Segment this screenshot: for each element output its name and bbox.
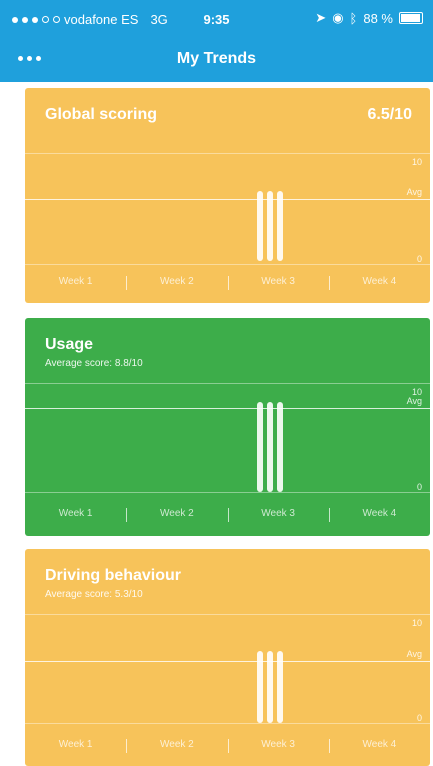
week-label: Week 3 bbox=[227, 276, 329, 292]
battery-percent: 88 % bbox=[363, 10, 393, 26]
location-arrow-icon: ➤ bbox=[315, 10, 327, 25]
bar bbox=[277, 651, 283, 723]
week-label: Week 1 bbox=[58, 276, 93, 287]
axis-label-top: 10 bbox=[411, 157, 422, 167]
card-title: Usage bbox=[45, 336, 94, 353]
gridline-bottom bbox=[25, 264, 430, 265]
bar bbox=[257, 191, 263, 261]
bar bbox=[277, 191, 283, 261]
battery-icon bbox=[399, 12, 423, 24]
week-label: Week 3 bbox=[227, 508, 329, 524]
bar bbox=[267, 651, 273, 723]
bar bbox=[257, 651, 263, 723]
avg-line bbox=[25, 408, 430, 409]
gridline-top bbox=[25, 614, 430, 615]
bar bbox=[257, 402, 263, 492]
page-title: My Trends bbox=[176, 50, 257, 67]
gridline-top bbox=[25, 383, 430, 384]
bar bbox=[277, 402, 283, 492]
avg-label: Avg bbox=[406, 396, 422, 406]
axis-label-bottom: 0 bbox=[416, 254, 422, 264]
alarm-icon: ◉ bbox=[332, 10, 344, 25]
card-subtitle: Average score: 5.3/10 bbox=[45, 589, 143, 600]
week-label: Week 1 bbox=[58, 739, 93, 750]
week-bars bbox=[257, 651, 283, 723]
axis-label-bottom: 0 bbox=[416, 482, 422, 492]
week-label: Week 4 bbox=[328, 276, 430, 292]
status-bar: vodafone ES 3G 9:35 ➤ ◉ ᛒ 88 % bbox=[0, 0, 433, 38]
usage-card[interactable]: Usage Average score: 8.8/10 10 Avg 0 Wee… bbox=[25, 318, 430, 536]
week-bars bbox=[257, 191, 283, 261]
avg-label: Avg bbox=[406, 187, 422, 197]
bar bbox=[267, 191, 273, 261]
gridline-bottom bbox=[25, 723, 430, 724]
gridline-top bbox=[25, 153, 430, 154]
week-axis: Week 1 Week 2 Week 3 Week 4 bbox=[25, 276, 430, 292]
global-scoring-card[interactable]: Global scoring 6.5/10 10 Avg 0 Week 1 We… bbox=[25, 88, 430, 303]
week-label: Week 4 bbox=[328, 739, 430, 755]
driving-behaviour-card[interactable]: Driving behaviour Average score: 5.3/10 … bbox=[25, 549, 430, 766]
card-title: Driving behaviour bbox=[45, 567, 182, 584]
axis-label-bottom: 0 bbox=[416, 713, 422, 723]
week-axis: Week 1 Week 2 Week 3 Week 4 bbox=[25, 739, 430, 755]
card-score: 6.5/10 bbox=[367, 106, 412, 123]
card-subtitle: Average score: 8.8/10 bbox=[45, 358, 143, 369]
avg-line bbox=[25, 199, 430, 200]
nav-bar: My Trends bbox=[0, 38, 433, 82]
week-label: Week 2 bbox=[126, 739, 227, 755]
card-title: Global scoring bbox=[45, 106, 158, 123]
week-label: Week 4 bbox=[328, 508, 430, 524]
week-label: Week 2 bbox=[126, 508, 227, 524]
week-axis: Week 1 Week 2 Week 3 Week 4 bbox=[25, 508, 430, 524]
week-label: Week 2 bbox=[126, 276, 227, 292]
gridline-bottom bbox=[25, 492, 430, 493]
week-label: Week 1 bbox=[58, 508, 93, 519]
avg-line bbox=[25, 661, 430, 662]
avg-label: Avg bbox=[406, 649, 422, 659]
bluetooth-icon: ᛒ bbox=[349, 10, 358, 26]
axis-label-top: 10 bbox=[411, 618, 422, 628]
week-bars bbox=[257, 402, 283, 492]
week-label: Week 3 bbox=[227, 739, 329, 755]
bar bbox=[267, 402, 273, 492]
status-right: ➤ ◉ ᛒ 88 % bbox=[315, 10, 423, 26]
